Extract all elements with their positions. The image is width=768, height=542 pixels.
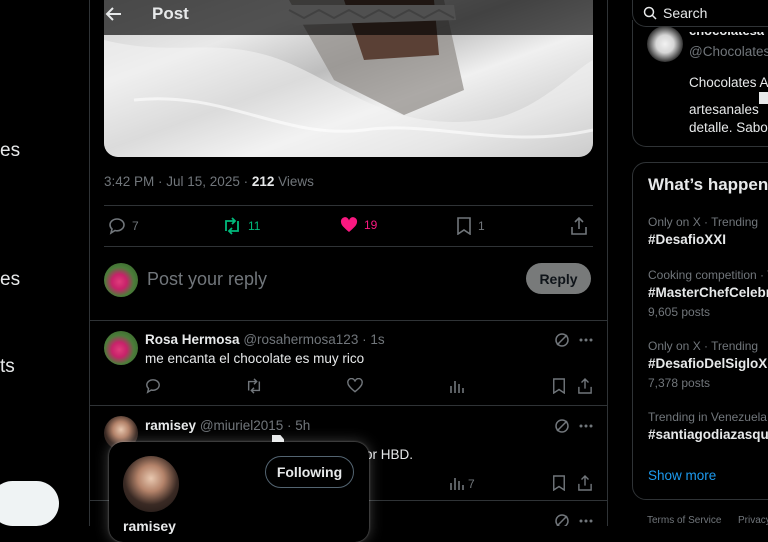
trend-name[interactable]: #santiagodiazasque [648, 427, 768, 442]
more-icon[interactable] [578, 418, 594, 434]
comment-author[interactable]: ramisey [145, 418, 196, 433]
bookmark-icon[interactable] [552, 475, 566, 491]
grok-icon[interactable] [554, 513, 570, 526]
nav-item-fragment[interactable]: ts [0, 356, 15, 378]
views-count: 7 [468, 477, 475, 491]
profile-bio-line: artesanales [689, 102, 759, 117]
avatar[interactable] [104, 263, 138, 297]
nav-item-fragment[interactable]: es [0, 140, 20, 162]
trend-count: 7,378 posts [648, 376, 711, 390]
views-label: Views [274, 174, 314, 189]
heart-icon[interactable] [347, 378, 363, 393]
repost-count: 11 [248, 219, 261, 233]
bookmark-icon [456, 217, 472, 235]
trend-name[interactable]: #DesafioXXI [648, 232, 726, 247]
share-icon[interactable] [578, 378, 592, 394]
grok-icon[interactable] [554, 332, 570, 348]
trends-title: What’s happen [648, 175, 768, 194]
divider [104, 205, 593, 206]
show-more-link[interactable]: Show more [648, 468, 716, 483]
post-button[interactable] [0, 481, 59, 526]
bookmark-icon[interactable] [552, 378, 566, 394]
reply-count: 7 [132, 219, 139, 233]
footer-link-terms[interactable]: Terms of Service [647, 515, 721, 526]
repost-icon[interactable] [245, 378, 263, 394]
views-icon[interactable] [450, 378, 464, 394]
divider [104, 246, 593, 247]
left-nav: es es ts [0, 0, 90, 526]
trend-category: Only on X · Trending [648, 215, 759, 229]
image-icon [759, 92, 768, 104]
views-count: 212 [251, 174, 275, 189]
back-arrow-icon[interactable] [104, 4, 124, 24]
share-action[interactable] [571, 217, 587, 235]
views-icon[interactable] [450, 475, 464, 491]
reply-input[interactable]: Post your reply [147, 269, 267, 290]
share-icon [571, 217, 587, 235]
profile-card: chocolatesa @Chocolates Chocolates A art… [632, 20, 768, 147]
reply-icon [108, 217, 126, 235]
footer-link-privacy[interactable]: Privacy [738, 515, 768, 526]
avatar[interactable] [104, 331, 138, 365]
bookmark-count: 1 [478, 219, 485, 233]
profile-handle[interactable]: @Chocolates [689, 44, 768, 59]
trend-name[interactable]: #DesafioDelSigloX [648, 356, 767, 371]
comment-handle[interactable]: @miuriel2015 · 5h [200, 418, 311, 433]
avatar[interactable] [647, 26, 683, 62]
profile-bio-line: detalle. Sabor [689, 120, 768, 135]
reply-icon[interactable] [145, 378, 161, 394]
repost-icon [222, 217, 242, 235]
bookmark-action[interactable]: 1 [456, 217, 485, 235]
profile-bio-line: Chocolates A [689, 75, 768, 90]
following-button[interactable]: Following [265, 456, 354, 488]
trend-count: 9,605 posts [648, 305, 711, 319]
like-action[interactable]: 19 [340, 217, 377, 233]
trend-category: Trending in Venezuela [648, 410, 767, 424]
trend-name[interactable]: #MasterChefCelebr [648, 285, 768, 300]
divider [90, 405, 607, 406]
header: Post [90, 0, 607, 35]
more-icon[interactable] [578, 513, 594, 526]
search-placeholder: Search [663, 5, 708, 21]
search-icon [643, 6, 657, 20]
page-title: Post [152, 4, 189, 23]
reply-button[interactable]: Reply [526, 263, 591, 294]
trends-card: What’s happen Only on X · Trending #Desa… [632, 162, 768, 500]
nav-item-fragment[interactable]: es [0, 269, 20, 291]
like-count: 19 [364, 218, 378, 232]
post-timestamp[interactable]: 3:42 PM · Jul 15, 2025 · [104, 174, 252, 189]
comment-text: or HBD. [365, 447, 414, 462]
profile-name[interactable]: chocolatesa [689, 32, 764, 38]
avatar[interactable] [123, 456, 179, 512]
share-icon[interactable] [578, 475, 592, 491]
grok-icon[interactable] [554, 418, 570, 434]
trend-category: Cooking competition · T [648, 268, 768, 282]
more-icon[interactable] [578, 332, 594, 348]
divider [90, 320, 607, 321]
heart-filled-icon [340, 217, 358, 233]
trend-category: Only on X · Trending [648, 339, 759, 353]
comment-text: me encanta el chocolate es muy rico [145, 351, 365, 366]
repost-action[interactable]: 11 [222, 217, 260, 235]
comment-author[interactable]: Rosa Hermosa [145, 332, 240, 347]
hovercard-name[interactable]: ramisey [123, 518, 176, 534]
comment-handle[interactable]: @rosahermosa123 · 1s [243, 332, 384, 347]
reply-action[interactable]: 7 [108, 217, 139, 235]
post-meta: 3:42 PM · Jul 15, 2025 · 212 Views [104, 174, 314, 189]
profile-hovercard[interactable]: Following ramisey [109, 442, 369, 542]
